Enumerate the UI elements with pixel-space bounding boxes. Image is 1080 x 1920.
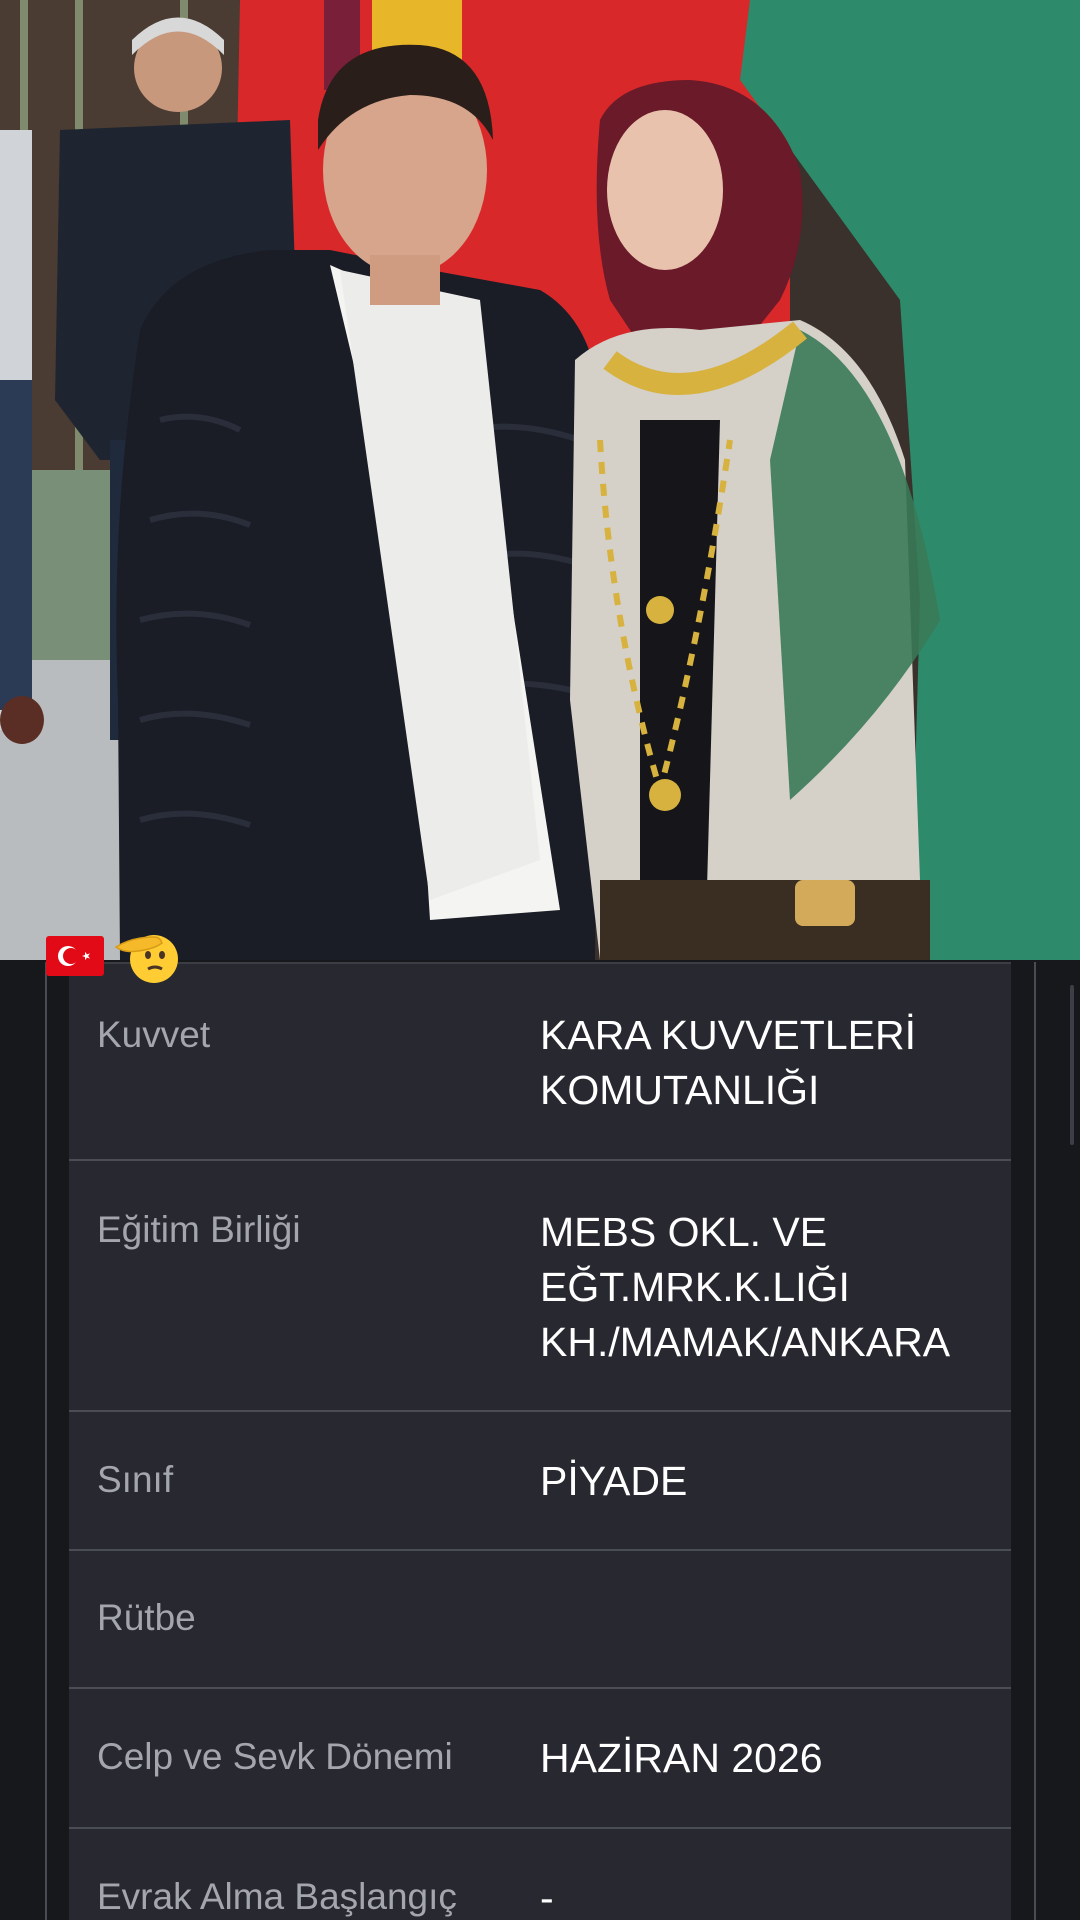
detail-value: PİYADE bbox=[540, 1458, 688, 1504]
detail-value: MEBS OKL. VE EĞT.MRK.K.LIĞI KH./MAMAK/AN… bbox=[540, 1209, 951, 1365]
details-card: Kuvvet KARA KUVVETLERİ KOMUTANLIĞI Eğiti… bbox=[69, 962, 1011, 1920]
detail-row-rutbe: Rütbe bbox=[69, 1549, 1011, 1687]
emoji-row bbox=[46, 930, 180, 983]
scrollbar[interactable] bbox=[1070, 985, 1074, 1145]
detail-label: Kuvvet bbox=[97, 1014, 211, 1055]
detail-row-sinif: Sınıf PİYADE bbox=[69, 1410, 1011, 1549]
frame-right-border bbox=[1034, 962, 1036, 1920]
photo-image bbox=[0, 0, 1080, 960]
detail-row-celp-sevk: Celp ve Sevk Dönemi HAZİRAN 2026 bbox=[69, 1687, 1011, 1827]
detail-value: KARA KUVVETLERİ KOMUTANLIĞI bbox=[540, 1012, 916, 1113]
saluting-face-icon bbox=[114, 925, 180, 987]
detail-value: HAZİRAN 2026 bbox=[540, 1735, 823, 1781]
detail-label: Celp ve Sevk Dönemi bbox=[97, 1736, 453, 1777]
frame-left-border bbox=[45, 962, 47, 1920]
detail-row-kuvvet: Kuvvet KARA KUVVETLERİ KOMUTANLIĞI bbox=[69, 962, 1011, 1159]
detail-label: Evrak Alma Başlangıç bbox=[97, 1876, 457, 1917]
detail-label: Rütbe bbox=[97, 1597, 196, 1638]
detail-value: - bbox=[540, 1875, 554, 1920]
detail-label: Eğitim Birliği bbox=[97, 1209, 301, 1250]
detail-row-egitim-birligi: Eğitim Birliği MEBS OKL. VE EĞT.MRK.K.LI… bbox=[69, 1159, 1011, 1410]
detail-label: Sınıf bbox=[97, 1459, 174, 1500]
turkish-flag-icon bbox=[46, 936, 104, 976]
photo bbox=[0, 0, 1080, 960]
detail-row-evrak-alma: Evrak Alma Başlangıç - bbox=[69, 1827, 1011, 1920]
